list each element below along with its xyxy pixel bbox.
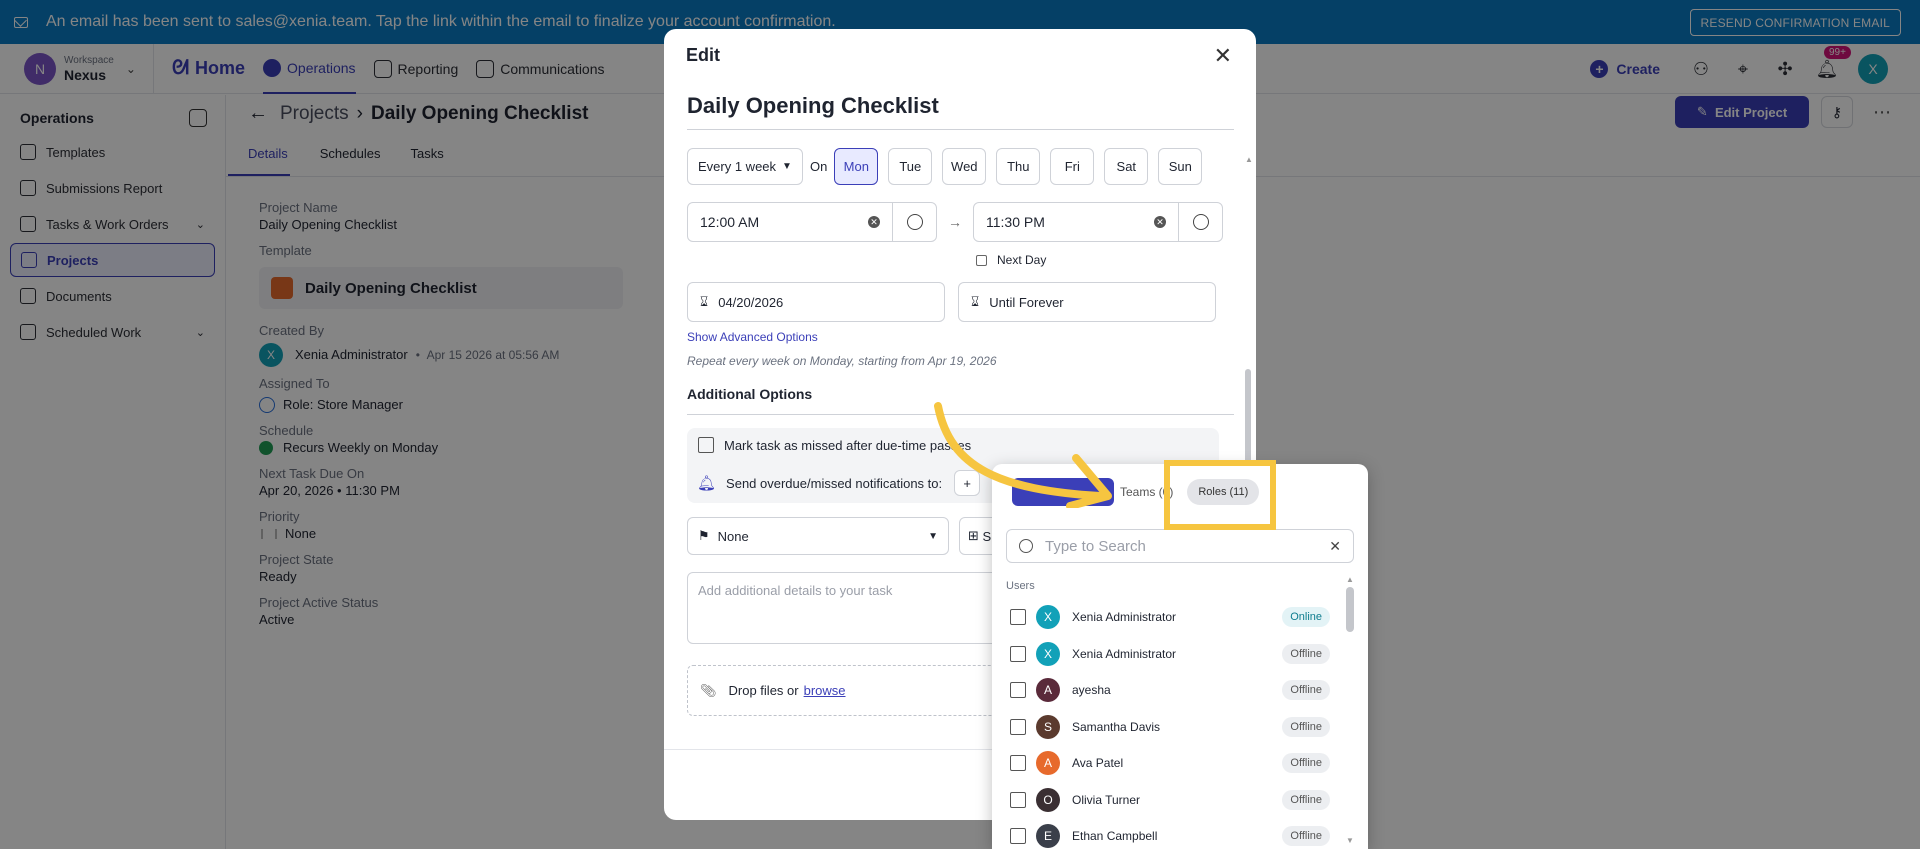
user-name: Olivia Turner <box>1072 792 1141 807</box>
scroll-up-icon[interactable]: ▲ <box>1245 155 1253 164</box>
recurrence-row: Every 1 week ▼ On Mon Tue Wed Thu Fri Sat… <box>687 148 1212 185</box>
user-list-scrollbar[interactable]: ▲ ▼ <box>1346 575 1354 845</box>
avatar: A <box>1036 751 1060 776</box>
notify-label: Send overdue/missed notifications to: <box>726 475 943 491</box>
bell-icon: 🔔︎ <box>697 475 717 492</box>
status-badge: Offline <box>1282 753 1330 774</box>
checkbox-icon[interactable] <box>1010 682 1026 699</box>
list-item[interactable]: X Xenia Administrator Offline <box>1010 636 1340 673</box>
start-time-value: 12:00 AM <box>700 214 760 230</box>
date-row: ⌛︎ 04/20/2026 ⌛︎ Until Forever <box>687 282 1216 322</box>
grid-icon: ⊞ <box>968 528 983 543</box>
clear-icon[interactable]: ✕ <box>868 216 880 228</box>
start-time-input[interactable]: 12:00 AM ✕ <box>687 202 937 242</box>
end-time-value: 11:30 PM <box>986 214 1045 230</box>
scroll-up-icon[interactable]: ▲ <box>1346 575 1354 584</box>
end-date-input[interactable]: ⌛︎ Until Forever <box>958 282 1216 322</box>
modal-header: Edit ✕ <box>664 29 1256 81</box>
clear-icon[interactable]: ✕ <box>1154 216 1166 228</box>
paperclip-icon: 📎︎ <box>700 682 717 698</box>
day-thu[interactable]: Thu <box>996 148 1041 185</box>
start-date-value: 04/20/2026 <box>718 294 784 310</box>
frequency-value: Every 1 week <box>698 159 777 174</box>
status-badge: Offline <box>1282 716 1330 737</box>
user-name: Ava Patel <box>1072 756 1124 771</box>
start-date-input[interactable]: ⌛︎ 04/20/2026 <box>687 282 945 322</box>
scrollbar-thumb[interactable] <box>1346 587 1354 632</box>
chevron-down-icon: ▼ <box>928 530 938 542</box>
day-mon[interactable]: Mon <box>834 148 879 185</box>
list-item[interactable]: Aayesha Offline <box>1010 672 1340 709</box>
user-name: ayesha <box>1072 683 1111 698</box>
day-sun[interactable]: Sun <box>1158 148 1203 185</box>
arrow-right-icon: → <box>948 214 962 230</box>
end-date-value: Until Forever <box>989 294 1064 310</box>
list-item[interactable]: X Xenia Administrator Online <box>1010 599 1340 636</box>
priority-select-value: None <box>717 528 749 544</box>
status-badge: Offline <box>1282 826 1330 847</box>
status-badge: Online <box>1282 607 1330 628</box>
hourglass-icon: ⌛︎ <box>700 294 709 309</box>
user-name: Ethan Campbell <box>1072 829 1158 844</box>
modal-title: Edit <box>686 44 720 65</box>
avatar: X <box>1036 641 1060 666</box>
list-item[interactable]: O Olivia Turner Offline <box>1010 782 1340 819</box>
chevron-down-icon: ▼ <box>782 161 792 172</box>
time-row: 12:00 AM ✕ → 11:30 PM ✕ <box>687 202 1223 242</box>
checkbox-icon[interactable] <box>1010 828 1026 845</box>
user-name: Xenia Administrator <box>1072 646 1177 661</box>
annotation-arrow-icon <box>934 402 1112 508</box>
day-wed[interactable]: Wed <box>942 148 987 185</box>
task-title-input[interactable]: Daily Opening Checklist <box>687 93 1234 130</box>
flag-icon: ⚑ <box>698 528 710 543</box>
search-icon <box>1019 539 1033 553</box>
users-section-label: Users <box>1006 580 1035 592</box>
checkbox-icon[interactable] <box>1010 645 1026 662</box>
roles-tab-highlight <box>1164 460 1276 530</box>
clock-icon[interactable] <box>1178 203 1222 241</box>
clear-icon[interactable]: ✕ <box>1329 538 1341 555</box>
user-name: Xenia Administrator <box>1072 610 1177 625</box>
clock-icon[interactable] <box>892 203 936 241</box>
category-select-value: S <box>982 528 992 544</box>
status-badge: Offline <box>1282 789 1330 810</box>
avatar: A <box>1036 678 1060 703</box>
repeat-summary: Repeat every week on Monday, starting fr… <box>687 354 997 368</box>
show-advanced-link[interactable]: Show Advanced Options <box>687 330 818 344</box>
search-placeholder: Type to Search <box>1045 537 1146 555</box>
user-name: Samantha Davis <box>1072 719 1161 734</box>
status-badge: Offline <box>1282 680 1330 701</box>
scroll-down-icon[interactable]: ▼ <box>1346 836 1354 845</box>
on-label: On <box>809 159 828 174</box>
checkbox-icon[interactable] <box>1010 791 1026 808</box>
browse-link[interactable]: browse <box>804 683 846 698</box>
day-sat[interactable]: Sat <box>1104 148 1149 185</box>
drop-label: Drop files or <box>728 683 799 698</box>
user-list: X Xenia Administrator Online X Xenia Admini… <box>1010 599 1340 849</box>
end-time-input[interactable]: 11:30 PM ✕ <box>973 202 1223 242</box>
list-item[interactable]: E Ethan Campbell Offline <box>1010 818 1340 849</box>
close-icon[interactable]: ✕ <box>1214 43 1232 69</box>
avatar: O <box>1036 787 1060 812</box>
checkbox-icon <box>698 437 714 453</box>
hourglass-icon: ⌛︎ <box>971 294 980 309</box>
day-fri[interactable]: Fri <box>1050 148 1095 185</box>
next-day-checkbox[interactable]: Next Day <box>976 253 1046 267</box>
checkbox-icon[interactable] <box>1010 755 1026 772</box>
checkbox-icon[interactable] <box>1010 718 1026 735</box>
list-item[interactable]: A Ava Patel Offline <box>1010 745 1340 782</box>
avatar: X <box>1036 605 1060 630</box>
checkbox-icon[interactable] <box>1010 609 1026 626</box>
next-day-label: Next Day <box>997 253 1047 267</box>
checkbox-icon <box>976 254 987 266</box>
avatar: E <box>1036 824 1060 849</box>
assignee-search-input[interactable]: Type to Search ✕ <box>1006 529 1354 563</box>
frequency-select[interactable]: Every 1 week ▼ <box>687 148 803 185</box>
priority-select[interactable]: ⚑ None ▼ <box>687 517 949 555</box>
avatar: S <box>1036 714 1060 739</box>
list-item[interactable]: S Samantha Davis Offline <box>1010 709 1340 746</box>
status-badge: Offline <box>1282 643 1330 664</box>
day-tue[interactable]: Tue <box>888 148 933 185</box>
